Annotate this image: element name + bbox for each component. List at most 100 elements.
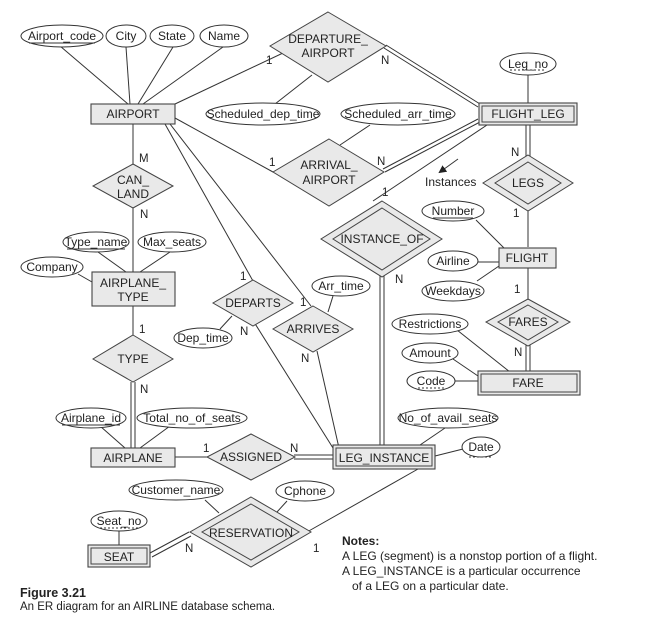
attribute-airplane-id[interactable]: Airplane_id [55,407,127,429]
attribute-state[interactable]: State [149,24,195,48]
relationship-legs[interactable]: LEGS [482,154,574,212]
entity-airport[interactable]: AIRPORT [90,103,176,125]
entity-airplane-type-label-1: AIRPLANE_ [100,276,166,290]
relationship-assigned-label: ASSIGNED [220,450,282,464]
entity-seat-label: SEAT [104,550,135,564]
notes-line-2: A LEG_INSTANCE is a particular occurrenc… [342,564,581,578]
card-type-1: 1 [139,324,145,336]
relationship-departure-airport-label-2: AIRPORT [301,46,355,60]
attribute-airline[interactable]: Airline [427,250,479,272]
attribute-code[interactable]: Code [406,370,456,392]
relationship-legs-label: LEGS [512,176,544,190]
relationship-arrival-airport-label-2: AIRPORT [302,173,356,187]
relationship-type-label: TYPE [117,352,148,366]
entity-flight-label: FLIGHT [506,251,549,265]
relationship-departure-airport[interactable]: DEPARTURE_ AIRPORT [269,11,387,83]
attribute-airplane-id-label: Airplane_id [61,411,121,425]
attribute-company[interactable]: Company [20,256,84,278]
attribute-scheduled-dep-time[interactable]: Scheduled_dep_time [205,102,321,126]
attribute-scheduled-dep-time-label: Scheduled_dep_time [207,107,320,121]
entity-flight-leg[interactable]: FLIGHT_LEG [478,102,578,126]
entity-flight-leg-label: FLIGHT_LEG [491,107,564,121]
entity-leg-instance-label: LEG_INSTANCE [339,451,429,465]
entity-airplane[interactable]: AIRPLANE [90,447,176,468]
attribute-seat-no-label: Seat_no [97,514,142,528]
relationship-arrival-airport[interactable]: ARRIVAL_ AIRPORT [272,138,385,207]
relationship-arrives[interactable]: ARRIVES [271,305,355,353]
relationship-can-land-label-1: CAN_ [117,173,149,187]
card-departs-n: N [240,326,248,338]
attribute-restrictions[interactable]: Restrictions [391,313,469,335]
figure-caption: Figure 3.21 An ER diagram for an AIRLINE… [20,586,275,613]
attribute-customer-name[interactable]: Customer_name [128,479,224,501]
relationship-departs[interactable]: DEPARTS [211,279,295,327]
card-arrives-n: N [301,353,309,365]
attribute-airline-label: Airline [436,254,470,268]
entity-flight[interactable]: FLIGHT [498,247,557,269]
card-departs-1: 1 [240,271,246,283]
figure-number: Figure 3.21 [20,586,86,600]
attribute-cphone[interactable]: Cphone [275,480,335,502]
attribute-name-label: Name [208,29,240,43]
card-legs-n: N [511,147,519,159]
attribute-dep-time[interactable]: Dep_time [173,327,233,349]
card-fares-n: N [514,347,522,359]
er-diagram: AIRPORT FLIGHT_LEG AIRPLANE_ TYPE FLIGHT… [20,11,581,568]
attribute-amount[interactable]: Amount [401,342,459,364]
attribute-max-seats-label: Max_seats [143,235,201,249]
entity-fare-label: FARE [512,376,543,390]
relationship-can-land-label-2: LAND [117,187,149,201]
entity-airplane-label: AIRPLANE [103,451,162,465]
card-instance-of-1: 1 [382,187,388,199]
attribute-leg-no-label: Leg_no [508,57,548,71]
attribute-number[interactable]: Number [421,200,485,222]
notes-block: Notes: A LEG (segment) is a nonstop port… [342,534,597,594]
card-assigned-n: N [290,443,298,455]
figure-description: An ER diagram for an AIRLINE database sc… [20,601,276,613]
relationship-reservation-label: RESERVATION [209,526,293,540]
relationship-arrival-airport-label-1: ARRIVAL_ [300,158,357,172]
attribute-no-of-avail-seats[interactable]: No_of_avail_seats [397,407,499,429]
attribute-total-no-of-seats[interactable]: Total_no_of_seats [136,407,248,429]
attribute-date[interactable]: Date [461,436,501,458]
relationship-departs-label: DEPARTS [225,296,281,310]
card-legs-1: 1 [513,208,519,220]
relationship-fares-label: FARES [508,315,547,329]
instances-annotation: Instances [425,175,476,189]
entity-airplane-type[interactable]: AIRPLANE_ TYPE [91,271,176,307]
relationship-reservation[interactable]: RESERVATION [188,496,312,568]
attribute-scheduled-arr-time[interactable]: Scheduled_arr_time [340,102,456,126]
attribute-amount-label: Amount [409,346,451,360]
attribute-number-label: Number [432,204,475,218]
attribute-state-label: State [158,29,186,43]
entity-seat[interactable]: SEAT [87,544,151,568]
relationship-can-land[interactable]: CAN_ LAND [91,163,175,209]
card-instance-of-n: N [395,274,403,286]
attribute-seat-no[interactable]: Seat_no [90,510,148,532]
card-assigned-1: 1 [203,443,209,455]
attribute-arr-time[interactable]: Arr_time [311,275,371,297]
attribute-leg-no[interactable]: Leg_no [499,52,557,76]
card-fares-1: 1 [514,284,520,296]
attribute-airport-code[interactable]: Airport_code [20,24,104,48]
card-dep-airport-n: N [381,55,389,67]
card-arr-airport-1: 1 [269,157,275,169]
entity-fare[interactable]: FARE [477,370,581,396]
attribute-weekdays[interactable]: Weekdays [421,280,485,302]
attribute-customer-name-label: Customer_name [132,483,221,497]
relationship-type[interactable]: TYPE [92,334,174,383]
attribute-no-of-avail-seats-label: No_of_avail_seats [399,411,498,425]
attribute-max-seats[interactable]: Max_seats [137,231,207,253]
relationship-assigned[interactable]: ASSIGNED [205,433,297,481]
notes-line-3: of a LEG on a particular date. [352,579,509,593]
attribute-city-label: City [116,29,137,43]
card-reservation-n: N [185,543,193,555]
attribute-name[interactable]: Name [199,24,249,48]
relationship-fares[interactable]: FARES [484,298,572,347]
attribute-type-name[interactable]: Type_name [62,231,130,253]
entity-leg-instance[interactable]: LEG_INSTANCE [332,444,436,470]
entity-airport-label: AIRPORT [106,107,160,121]
card-arrives-1: 1 [300,297,306,309]
attribute-city[interactable]: City [105,24,147,48]
card-can-land-m: M [139,153,149,165]
